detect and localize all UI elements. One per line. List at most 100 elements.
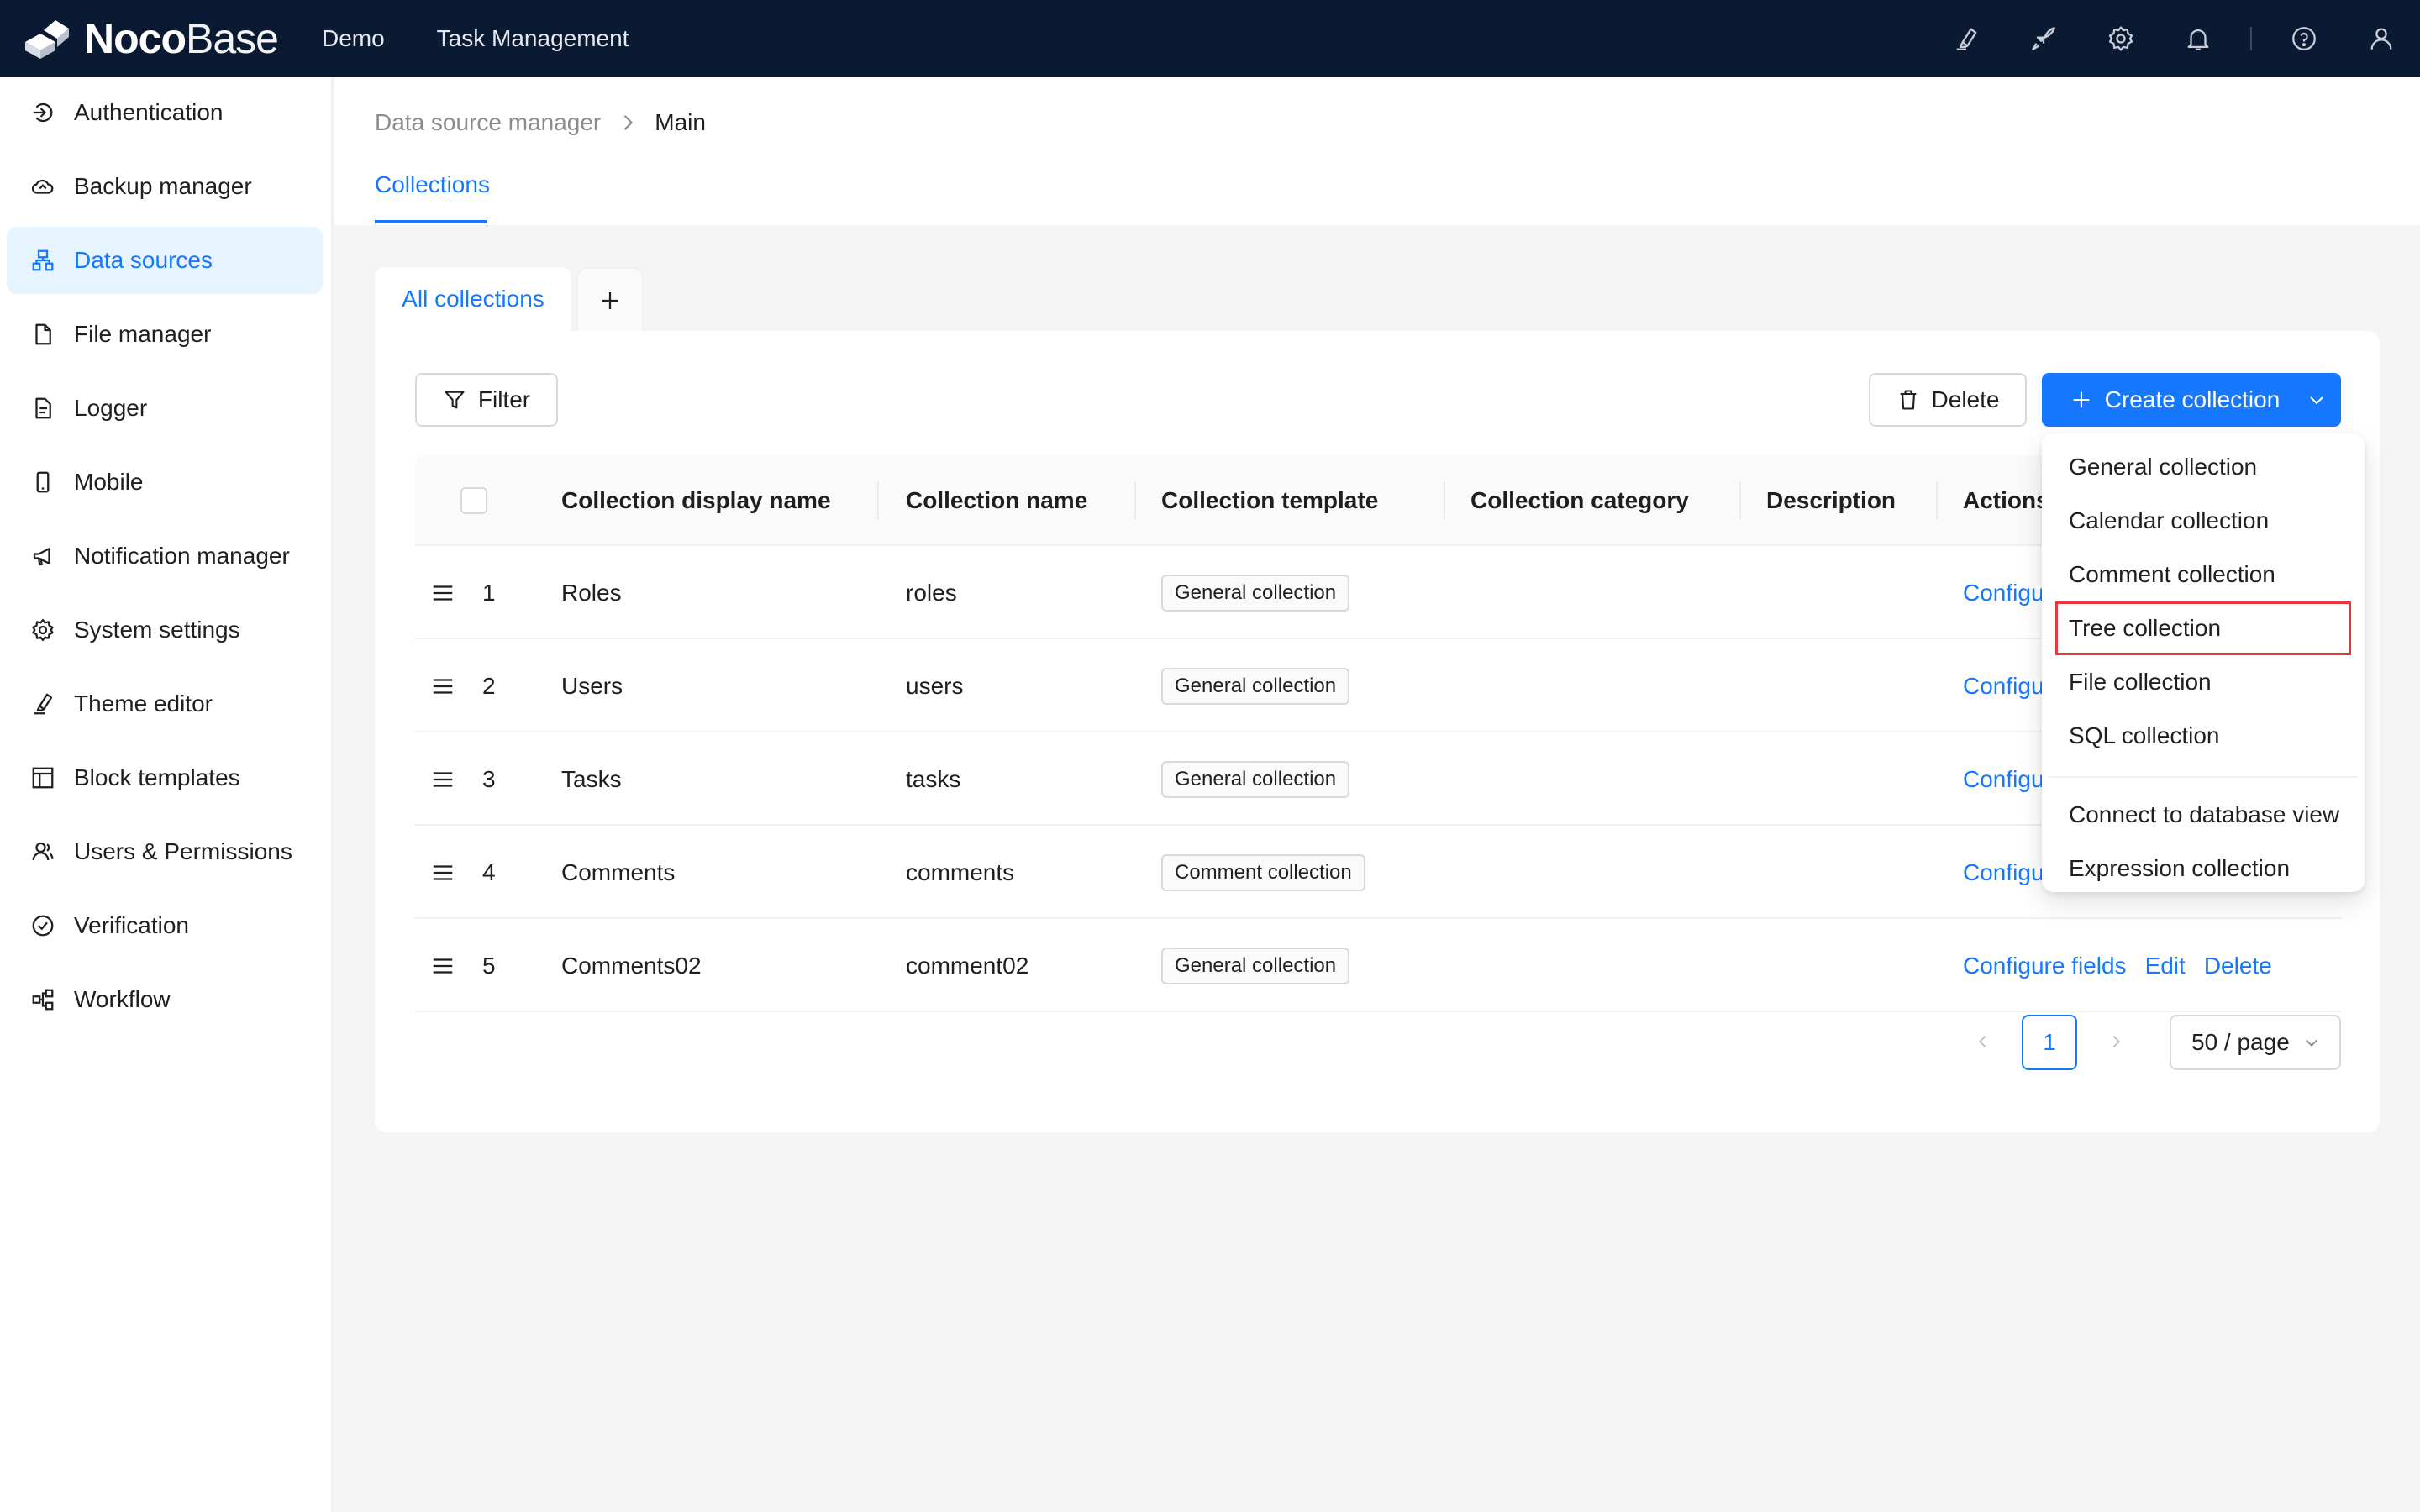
logo[interactable]: Noco Base xyxy=(22,0,279,77)
breadcrumb-current: Main xyxy=(655,109,706,135)
bell-icon[interactable] xyxy=(2160,0,2237,77)
top-nav-task-management[interactable]: Task Management xyxy=(437,25,629,52)
menu-item-calendar-collection[interactable]: Calendar collection xyxy=(2042,494,2365,548)
tab-all-collections-label: All collections xyxy=(402,286,544,312)
sidebar-item-label: Authentication xyxy=(74,99,224,125)
menu-item-connect-database-view[interactable]: Connect to database view xyxy=(2042,788,2365,842)
col-actions: Actions xyxy=(1963,487,2049,513)
sidebar-item-notification-manager[interactable]: Notification manager xyxy=(7,522,323,590)
page-size-select[interactable]: 50 / page xyxy=(2170,1015,2341,1070)
chevron-left-icon xyxy=(1974,1032,1992,1051)
user-icon[interactable] xyxy=(2343,0,2420,77)
drag-handle-icon[interactable] xyxy=(430,546,455,639)
sidebar-item-label: Backup manager xyxy=(74,173,252,199)
top-nav-demo[interactable]: Demo xyxy=(322,25,385,52)
sidebar-item-label: Block templates xyxy=(74,764,240,790)
select-all-checkbox-cell xyxy=(460,455,487,546)
menu-item-expression-collection[interactable]: Expression collection xyxy=(2042,842,2365,895)
top-nav: Demo Task Management xyxy=(322,25,681,52)
logo-text-noco: Noco xyxy=(84,15,187,62)
sidebar-item-mobile[interactable]: Mobile xyxy=(7,449,323,516)
breadcrumb: Data source manager Main xyxy=(375,109,706,136)
rocket-icon[interactable] xyxy=(2005,0,2082,77)
chevron-right-icon xyxy=(2107,1032,2125,1051)
edit-link[interactable]: Edit xyxy=(2145,953,2186,979)
tab-all-collections[interactable]: All collections xyxy=(375,267,571,331)
col-collection-template[interactable]: Collection template xyxy=(1161,455,1378,546)
template-tag: General collection xyxy=(1161,574,1350,612)
menu-item-file-collection[interactable]: File collection xyxy=(2042,655,2365,709)
sidebar-item-label: Users & Permissions xyxy=(74,838,292,864)
row-collection-name: comment02 xyxy=(906,952,1029,979)
file-icon xyxy=(30,322,55,347)
sidebar-item-file-manager[interactable]: File manager xyxy=(7,301,323,368)
sidebar-item-verification[interactable]: Verification xyxy=(7,892,323,959)
tab-collections[interactable]: Collections xyxy=(375,171,490,198)
pagination-next[interactable] xyxy=(2089,1015,2143,1068)
sidebar-item-users-permissions[interactable]: Users & Permissions xyxy=(7,818,323,885)
sidebar-item-data-sources[interactable]: Data sources xyxy=(7,227,323,294)
sidebar-item-label: Mobile xyxy=(74,469,144,495)
row-display-name: Roles xyxy=(561,579,622,606)
filter-button[interactable]: Filter xyxy=(415,373,558,427)
column-divider xyxy=(1444,482,1445,519)
users-icon xyxy=(30,839,55,864)
select-all-checkbox[interactable] xyxy=(460,487,487,514)
highlighter-icon[interactable] xyxy=(1928,0,2005,77)
drag-handle-icon[interactable] xyxy=(430,826,455,919)
sidebar-item-workflow[interactable]: Workflow xyxy=(7,966,323,1033)
menu-item-general-collection[interactable]: General collection xyxy=(2042,440,2365,494)
delete-button[interactable]: Delete xyxy=(1869,373,2027,427)
cloud-backup-icon xyxy=(30,174,55,199)
drag-handle-icon[interactable] xyxy=(430,919,455,1012)
data-sources-icon xyxy=(30,248,55,273)
sidebar-item-authentication[interactable]: Authentication xyxy=(7,79,323,146)
sidebar-item-label: System settings xyxy=(74,617,240,643)
row-template-cell: General collection xyxy=(1161,639,1350,732)
sidebar-item-block-templates[interactable]: Block templates xyxy=(7,744,323,811)
configure-fields-link[interactable]: Configure fields xyxy=(1963,953,2127,979)
gear-icon[interactable] xyxy=(2082,0,2160,77)
pagination-prev[interactable] xyxy=(1956,1015,2010,1068)
row-collection-name: roles xyxy=(906,579,957,606)
plus-icon xyxy=(2070,388,2105,412)
tab-active-indicator xyxy=(375,220,487,223)
sidebar-item-system-settings[interactable]: System settings xyxy=(7,596,323,664)
top-icons xyxy=(1928,0,2420,77)
mobile-icon xyxy=(30,470,55,495)
col-collection-name[interactable]: Collection name xyxy=(906,455,1087,546)
drag-handle-icon[interactable] xyxy=(430,639,455,732)
sidebar-item-label: Theme editor xyxy=(74,690,213,717)
row-template-cell: Comment collection xyxy=(1161,826,1365,919)
create-collection-button[interactable]: Create collection xyxy=(2042,373,2341,427)
row-template-cell: General collection xyxy=(1161,919,1350,1012)
menu-item-comment-collection[interactable]: Comment collection xyxy=(2042,548,2365,601)
sidebar-item-theme-editor[interactable]: Theme editor xyxy=(7,670,323,738)
row-index: 4 xyxy=(482,858,496,885)
sidebar-item-label: Data sources xyxy=(74,247,213,273)
column-divider xyxy=(1936,482,1938,519)
row-index: 2 xyxy=(482,672,496,699)
delete-button-label: Delete xyxy=(1931,386,2000,412)
sidebar-item-backup-manager[interactable]: Backup manager xyxy=(7,153,323,220)
menu-item-tree-collection[interactable]: Tree collection xyxy=(2055,601,2351,655)
help-icon[interactable] xyxy=(2265,0,2343,77)
row-display-name: Users xyxy=(561,672,623,699)
col-display-name[interactable]: Collection display name xyxy=(561,455,831,546)
top-bar: Noco Base Demo Task Management xyxy=(0,0,2420,77)
delete-link[interactable]: Delete xyxy=(2204,953,2272,979)
pagination-page[interactable]: 1 xyxy=(2022,1015,2077,1070)
menu-item-sql-collection[interactable]: SQL collection xyxy=(2042,709,2365,763)
chevron-down-icon xyxy=(2293,390,2323,410)
column-divider xyxy=(1739,482,1741,519)
breadcrumb-data-source-manager[interactable]: Data source manager xyxy=(375,109,601,136)
col-collection-category[interactable]: Collection category xyxy=(1470,455,1689,546)
sidebar-item-label: Logger xyxy=(74,395,148,421)
drag-handle-icon[interactable] xyxy=(430,732,455,826)
add-category-tab[interactable] xyxy=(576,267,644,333)
row-display-name: Comments xyxy=(561,858,676,885)
filter-button-label: Filter xyxy=(477,386,531,412)
column-divider xyxy=(1134,482,1136,519)
col-description[interactable]: Description xyxy=(1766,455,1896,546)
sidebar-item-logger[interactable]: Logger xyxy=(7,375,323,442)
